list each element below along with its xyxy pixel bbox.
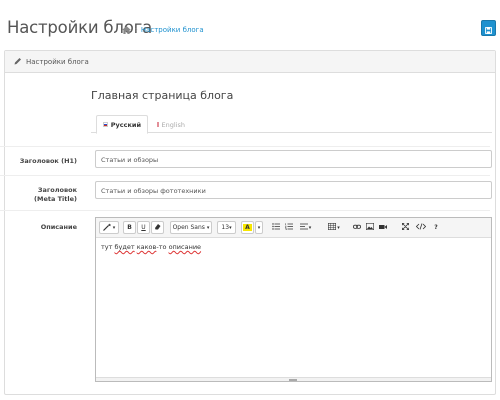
numbered-list-button[interactable] <box>283 221 295 234</box>
underline-button[interactable]: U <box>137 221 150 234</box>
h1-label: Заголовок (H1) <box>19 157 77 165</box>
meta-title-label: Заголовок (Meta Title) <box>34 186 77 203</box>
link-button[interactable] <box>351 221 363 234</box>
breadcrumb: › Настройки блога <box>122 26 204 34</box>
image-icon <box>366 223 375 232</box>
tab-english[interactable]: English <box>151 115 191 134</box>
misspelled-word: описание <box>168 243 202 251</box>
h1-input[interactable]: Статьи и обзоры <box>95 150 492 168</box>
font-family-value: Open Sans <box>172 224 205 231</box>
panel-title: Настройки блога <box>26 58 89 66</box>
editor-resize-handle[interactable] <box>96 377 491 381</box>
caret-down-icon: ▾ <box>337 224 340 231</box>
tab-label: English <box>161 120 185 129</box>
numbered-list-icon <box>284 223 293 232</box>
editor-content[interactable]: тут будет каков-то описание <box>101 243 201 251</box>
align-left-icon <box>299 223 308 232</box>
video-icon <box>379 224 387 232</box>
bold-icon: B <box>127 224 132 231</box>
russia-flag-icon <box>103 122 108 127</box>
page-header: Настройки блога › Настройки блога <box>0 0 500 44</box>
misspelled-word: каков <box>136 243 157 251</box>
eraser-icon <box>154 223 161 232</box>
language-tabs: Русский English <box>91 115 492 134</box>
question-icon: ? <box>434 224 438 231</box>
misspelled-word: будет <box>114 243 135 251</box>
meta-title-input[interactable]: Статьи и обзоры фототехники <box>95 181 492 199</box>
bullet-list-button[interactable] <box>270 221 282 234</box>
color-dropdown-button[interactable]: ▾ <box>255 221 263 234</box>
text-run: -то <box>156 243 169 251</box>
table-button[interactable]: ▾ <box>324 221 344 234</box>
link-icon <box>353 224 361 232</box>
pencil-icon <box>14 57 22 65</box>
caret-down-icon: ▾ <box>229 224 232 231</box>
font-size-dropdown[interactable]: 13 ▾ <box>217 221 236 234</box>
grip-icon <box>289 379 297 381</box>
editor-toolbar: ▾ B U Open Sans ▾ 13 ▾ A ▾ ▾ ▾ ? <box>96 218 491 238</box>
text-color-button[interactable]: A <box>241 221 254 234</box>
help-button[interactable]: ? <box>430 221 442 234</box>
code-icon <box>415 223 427 232</box>
breadcrumb-separator: › <box>135 26 138 34</box>
table-icon <box>328 223 337 232</box>
font-size-value: 13 <box>221 224 230 231</box>
magic-wand-icon <box>102 223 112 233</box>
bold-button[interactable]: B <box>123 221 136 234</box>
breadcrumb-link[interactable]: Настройки блога <box>141 26 204 34</box>
description-editor[interactable]: ▾ B U Open Sans ▾ 13 ▾ A ▾ ▾ ▾ ? тут буд… <box>95 217 492 382</box>
video-button[interactable] <box>377 221 389 234</box>
description-label: Описание <box>40 223 77 231</box>
save-icon <box>485 19 492 38</box>
tab-russian[interactable]: Русский <box>96 115 148 134</box>
bullet-list-icon <box>272 223 280 232</box>
text-color-icon: A <box>243 224 252 231</box>
fullscreen-button[interactable] <box>399 221 411 234</box>
panel-heading: Настройки блога <box>5 51 495 73</box>
code-view-button[interactable] <box>414 221 428 234</box>
section-title: Главная страница блога <box>91 89 234 102</box>
uk-flag-icon <box>157 122 159 127</box>
home-icon[interactable] <box>122 26 131 34</box>
tab-label: Русский <box>110 120 141 129</box>
caret-down-icon: ▾ <box>257 224 261 231</box>
image-button[interactable] <box>364 221 376 234</box>
save-button[interactable] <box>481 20 496 36</box>
style-button[interactable]: ▾ <box>99 221 119 234</box>
caret-down-icon: ▾ <box>206 224 210 231</box>
font-family-dropdown[interactable]: Open Sans ▾ <box>170 221 212 234</box>
clear-format-button[interactable] <box>151 221 164 234</box>
text-run: тут <box>101 243 115 251</box>
caret-down-icon: ▾ <box>112 224 116 231</box>
paragraph-button[interactable]: ▾ <box>296 221 315 234</box>
fullscreen-icon <box>401 222 409 232</box>
caret-down-icon: ▾ <box>308 224 312 231</box>
underline-icon: U <box>141 224 146 231</box>
